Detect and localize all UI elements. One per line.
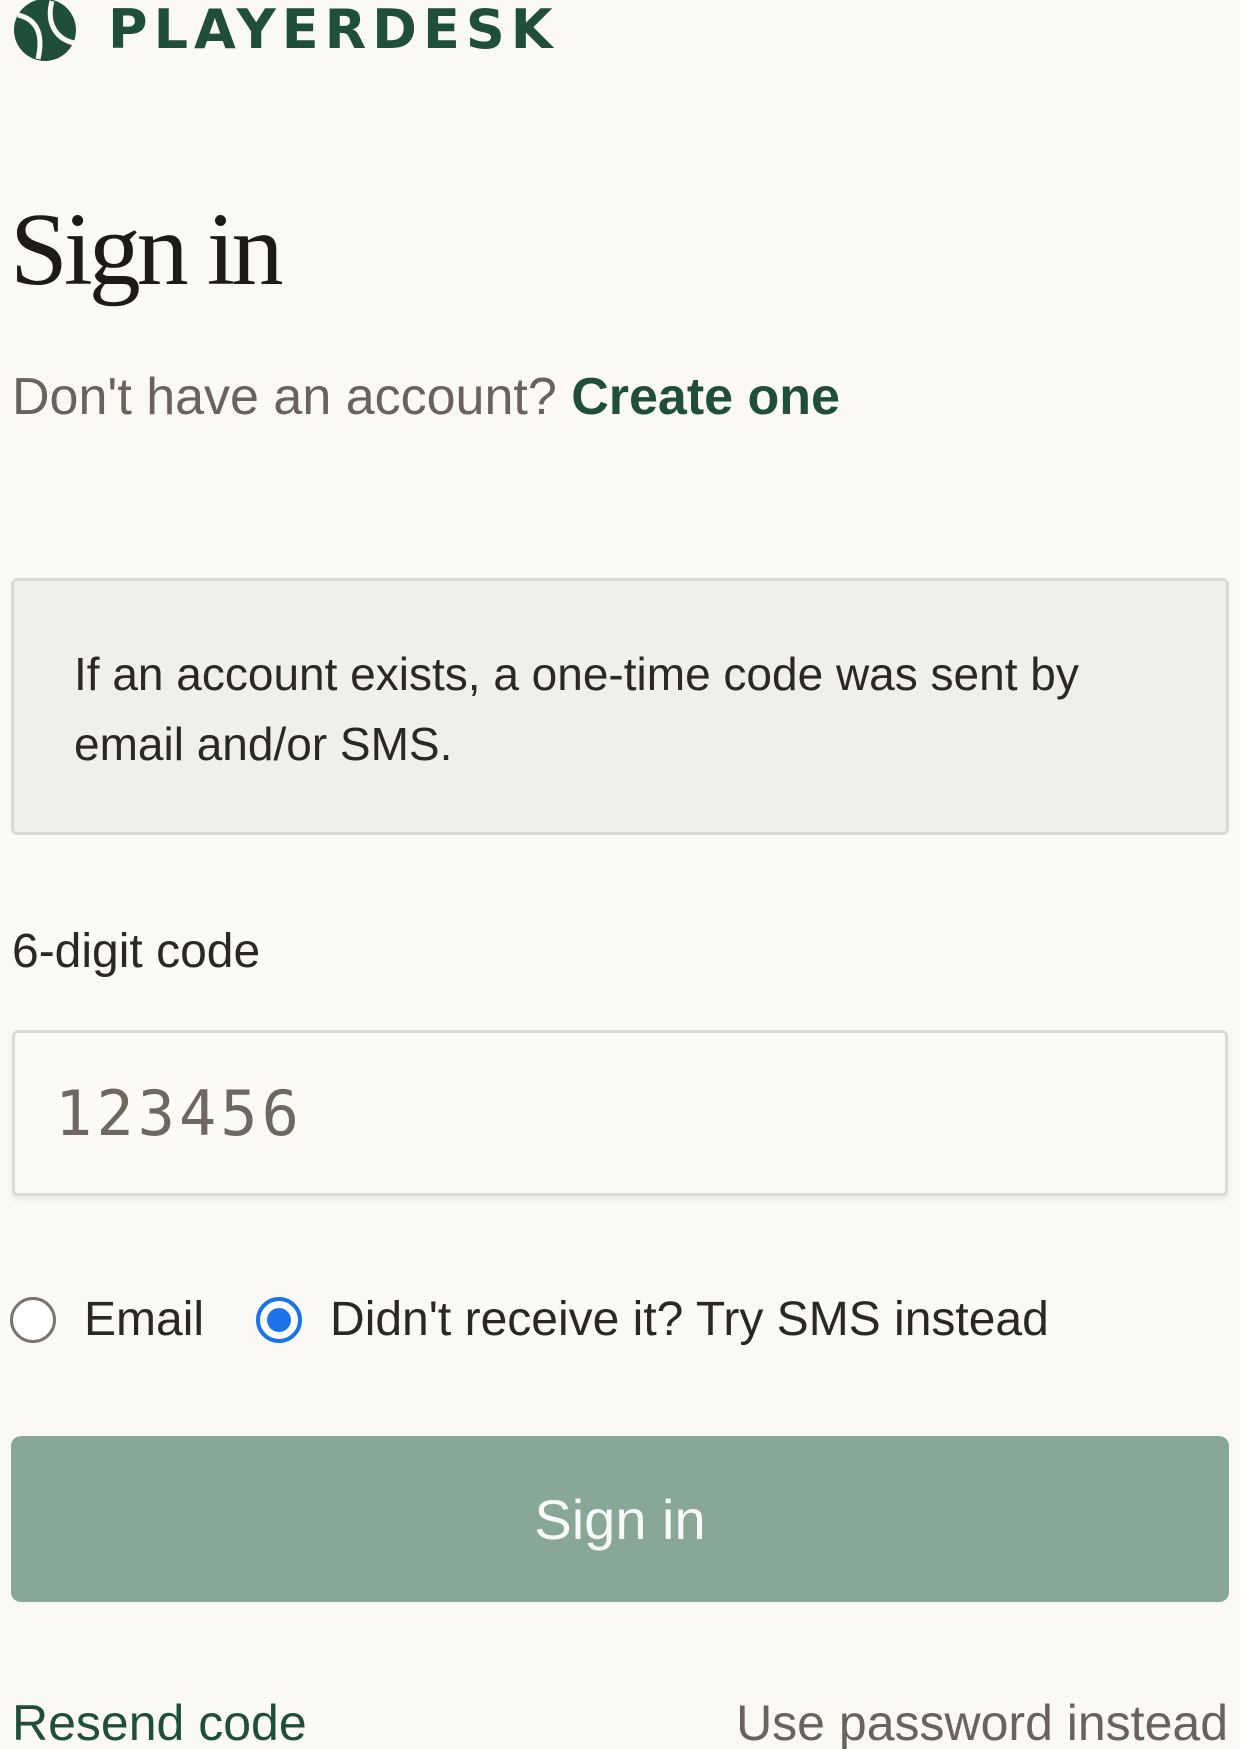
create-account-link[interactable]: Create one [571, 368, 840, 426]
tennis-ball-icon [14, 0, 76, 61]
account-prompt-text: Don't have an account? [12, 368, 557, 426]
radio-option-email[interactable]: Email [10, 1285, 204, 1355]
use-password-link[interactable]: Use password instead [736, 1688, 1228, 1749]
radio-sms-label: Didn't receive it? Try SMS instead [330, 1293, 1049, 1346]
radio-email[interactable] [10, 1297, 56, 1343]
page-title: Sign in [10, 192, 284, 307]
code-field-label: 6-digit code [12, 925, 261, 978]
sign-in-page: PLAYERDESK Sign in Don't have an account… [0, 0, 1240, 1749]
brand-header[interactable]: PLAYERDESK [12, 0, 559, 63]
sign-in-button[interactable]: Sign in [11, 1436, 1229, 1602]
notice-text: If an account exists, a one-time code wa… [74, 648, 1079, 770]
brand-name: PLAYERDESK [108, 0, 559, 61]
code-sent-notice: If an account exists, a one-time code wa… [11, 578, 1229, 835]
resend-code-link[interactable]: Resend code [12, 1688, 307, 1749]
delivery-method-radios: Email Didn't receive it? Try SMS instead [10, 1285, 1049, 1355]
code-input[interactable] [12, 1030, 1228, 1196]
radio-option-sms[interactable]: Didn't receive it? Try SMS instead [256, 1285, 1049, 1355]
radio-email-label: Email [84, 1293, 205, 1346]
account-prompt: Don't have an account? Create one [12, 362, 840, 432]
radio-sms[interactable] [256, 1297, 303, 1343]
